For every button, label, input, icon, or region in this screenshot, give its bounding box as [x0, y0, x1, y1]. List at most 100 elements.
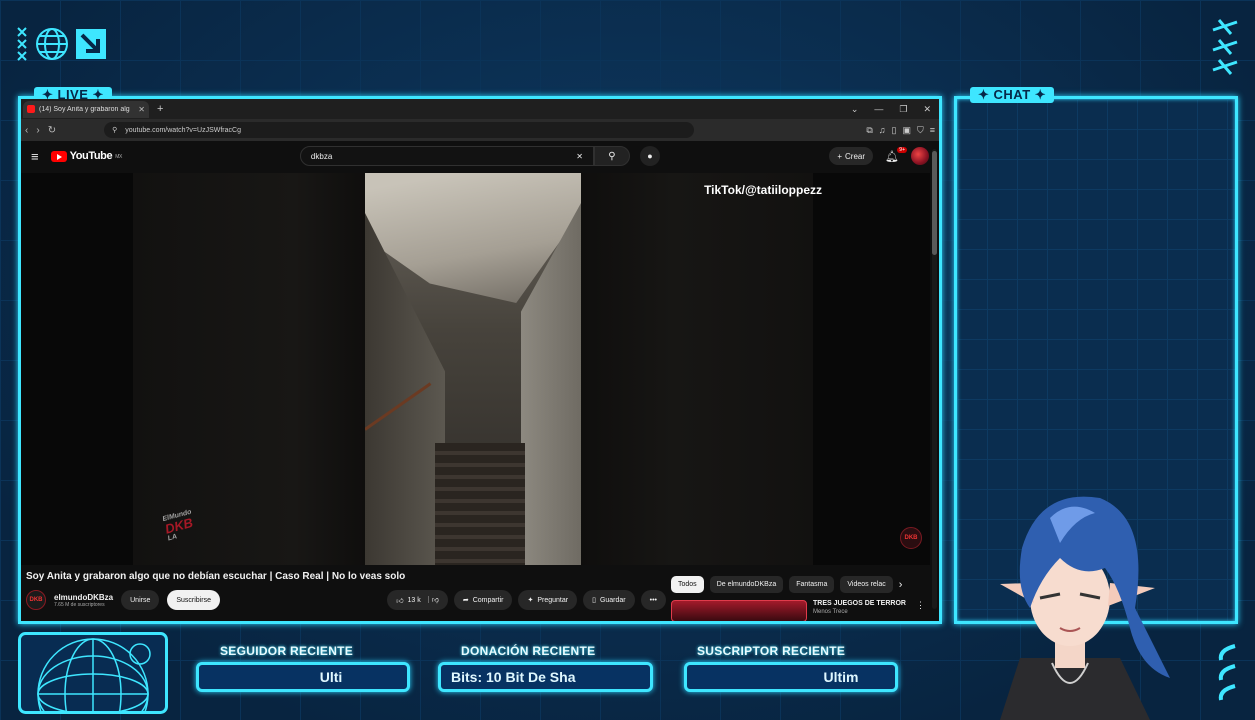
browser-window: (14) Soy Anita y grabaron alg ✕ + ⌄ — ❐ …: [21, 99, 939, 621]
create-button[interactable]: + Crear: [829, 147, 874, 165]
video-frame: [365, 173, 581, 565]
share-label: Compartir: [472, 596, 504, 604]
chip-related[interactable]: Videos relac: [840, 576, 893, 593]
shield-icon[interactable]: ⛉: [917, 125, 924, 136]
subscribe-button[interactable]: Suscribirse: [167, 590, 220, 610]
like-button[interactable]: 👍︎ 13 k ｜👎︎: [387, 590, 448, 610]
extensions-icon[interactable]: ⧉: [866, 125, 872, 136]
maximize-icon[interactable]: ❐: [899, 104, 907, 115]
recommended-channel: Menos Trece: [813, 609, 848, 615]
thumbs-up-icon: 👍︎: [396, 597, 404, 605]
tiktok-watermark: TikTok/@tatiiloppezz: [704, 183, 822, 197]
country-code: MX: [115, 154, 122, 160]
forward-icon[interactable]: ›: [36, 125, 39, 136]
recommended-info: TRES JUEGOS DE TERROR Menos Trece: [813, 600, 906, 621]
video-blur-left: [133, 173, 365, 565]
recent-donation-box: Bits: 10 Bit De Sha: [438, 662, 653, 692]
youtube-logo-text: YouTube: [69, 150, 113, 162]
tab-search-icon[interactable]: ⌄: [851, 104, 859, 115]
recent-subscriber-value: Ultim: [823, 669, 859, 685]
media-icon[interactable]: ♫: [879, 125, 886, 136]
ask-label: Preguntar: [537, 596, 569, 604]
wallet-icon[interactable]: ▣: [902, 125, 911, 136]
sparkle-icon: ✦: [527, 597, 534, 604]
more-icon: •••: [649, 596, 657, 604]
address-bar: ‹ › ↻ ⚲ youtube.com/watch?v=UzJSWfracCg …: [21, 119, 939, 141]
recommended-thumbnail[interactable]: [671, 600, 807, 621]
more-actions-button[interactable]: •••: [640, 590, 666, 610]
recommendation-chips: Todos De elmundoDKBza Fantasma Videos re…: [671, 576, 902, 593]
video-blur-right: [581, 173, 813, 565]
minimize-icon[interactable]: —: [874, 104, 883, 115]
save-label: Guardar: [599, 596, 626, 604]
channel-info: elmundoDKBza 7.65 M de suscriptores: [54, 593, 113, 608]
channel-row: DKB elmundoDKBza 7.65 M de suscriptores …: [26, 590, 666, 610]
recent-donation-value: Bits: 10 Bit De Sha: [451, 669, 576, 685]
chip-channel[interactable]: De elmundoDKBza: [709, 576, 784, 593]
search-input[interactable]: dkbza ✕: [299, 146, 594, 166]
recent-follower-box: Ulti: [196, 662, 410, 692]
video-player[interactable]: TikTok/@tatiiloppezz ElMundo DKB LA DKB: [21, 173, 930, 565]
recent-subscriber-box: Ultim: [684, 662, 898, 692]
sparkle-decoration-icon: [1212, 19, 1238, 75]
search-value: dkbza: [310, 151, 333, 161]
channel-name[interactable]: elmundoDKBza: [54, 593, 113, 602]
video-title: Soy Anita y grabaron algo que no debían …: [26, 571, 406, 582]
like-count: 13 k: [407, 596, 421, 604]
tab-bar: (14) Soy Anita y grabaron alg ✕ + ⌄ — ❐ …: [21, 99, 939, 119]
search-button[interactable]: ⚲: [593, 146, 630, 166]
recent-follower-value: Ulti: [319, 669, 343, 685]
microphone-icon: ●: [647, 151, 653, 161]
menu-icon[interactable]: ≡: [930, 125, 935, 136]
chip-ghost[interactable]: Fantasma: [789, 576, 835, 593]
tab-youtube[interactable]: (14) Soy Anita y grabaron alg ✕: [23, 100, 149, 118]
close-tab-icon[interactable]: ✕: [138, 105, 145, 114]
extension-icons: ⧉ ♫ ▯ ▣ ⛉ ≡: [866, 125, 935, 136]
search-area: dkbza ✕ ⚲ ●: [299, 146, 660, 166]
subscriber-count: 7.65 M de suscriptores: [54, 601, 105, 608]
tab-title: (14) Soy Anita y grabaron alg: [39, 105, 130, 113]
ring-decoration-icon: [1218, 644, 1236, 701]
chip-all[interactable]: Todos: [671, 576, 704, 593]
clear-search-icon[interactable]: ✕: [576, 152, 583, 161]
channel-bug-logo: DKB: [900, 527, 922, 549]
back-icon[interactable]: ‹: [25, 125, 28, 136]
kebab-menu-icon[interactable]: ⋮: [916, 600, 925, 621]
youtube-logo[interactable]: YouTube MX: [50, 150, 122, 162]
close-window-icon[interactable]: ✕: [923, 104, 931, 115]
globe-wireframe-icon: [18, 632, 168, 714]
reload-icon[interactable]: ↻: [48, 125, 56, 136]
vtuber-avatar: [1000, 496, 1170, 720]
url-text: youtube.com/watch?v=UzJSWfracCg: [125, 126, 241, 134]
video-actions: 👍︎ 13 k ｜👎︎ ➦ Compartir ✦ Preguntar ▯ Gu…: [387, 590, 666, 610]
search-icon: ⚲: [608, 150, 616, 162]
recent-donation-title: DONACIÓN RECIENTE: [461, 644, 596, 658]
scrollbar-thumb[interactable]: [932, 151, 937, 255]
voice-search-button[interactable]: ●: [639, 146, 660, 166]
share-button[interactable]: ➦ Compartir: [453, 590, 513, 610]
globe-arrow-logo-icon: [17, 27, 106, 61]
join-button[interactable]: Unirse: [121, 590, 160, 610]
notifications-bell-icon[interactable]: 🔔︎ 9+: [885, 146, 907, 163]
recommended-title[interactable]: TRES JUEGOS DE TERROR: [813, 600, 906, 607]
create-label: Crear: [845, 151, 866, 161]
site-settings-icon[interactable]: ⚲: [112, 126, 117, 134]
recent-follower-title: SEGUIDOR RECIENTE: [220, 644, 354, 658]
youtube-favicon-icon: [27, 105, 35, 113]
ask-button[interactable]: ✦ Preguntar: [518, 590, 578, 610]
url-field[interactable]: ⚲ youtube.com/watch?v=UzJSWfracCg: [104, 122, 695, 138]
bookmark-icon: ▯: [592, 597, 596, 604]
plus-icon: +: [837, 151, 843, 161]
recent-subscriber-title: SUSCRIPTOR RECIENTE: [697, 644, 846, 658]
save-button[interactable]: ▯ Guardar: [583, 590, 635, 610]
youtube-play-icon: [50, 150, 67, 162]
sidebar-icon[interactable]: ▯: [892, 125, 897, 136]
recommended-video[interactable]: TRES JUEGOS DE TERROR Menos Trece ⋮: [671, 600, 925, 621]
chat-label: ✦ CHAT ✦: [970, 87, 1055, 103]
chevron-right-icon[interactable]: ›: [899, 579, 903, 591]
new-tab-icon[interactable]: +: [157, 103, 163, 115]
hamburger-menu-icon[interactable]: ≡: [31, 149, 39, 164]
channel-avatar[interactable]: DKB: [26, 590, 46, 610]
thumbs-down-icon[interactable]: ｜👎︎: [425, 595, 439, 605]
user-avatar[interactable]: [911, 147, 929, 165]
